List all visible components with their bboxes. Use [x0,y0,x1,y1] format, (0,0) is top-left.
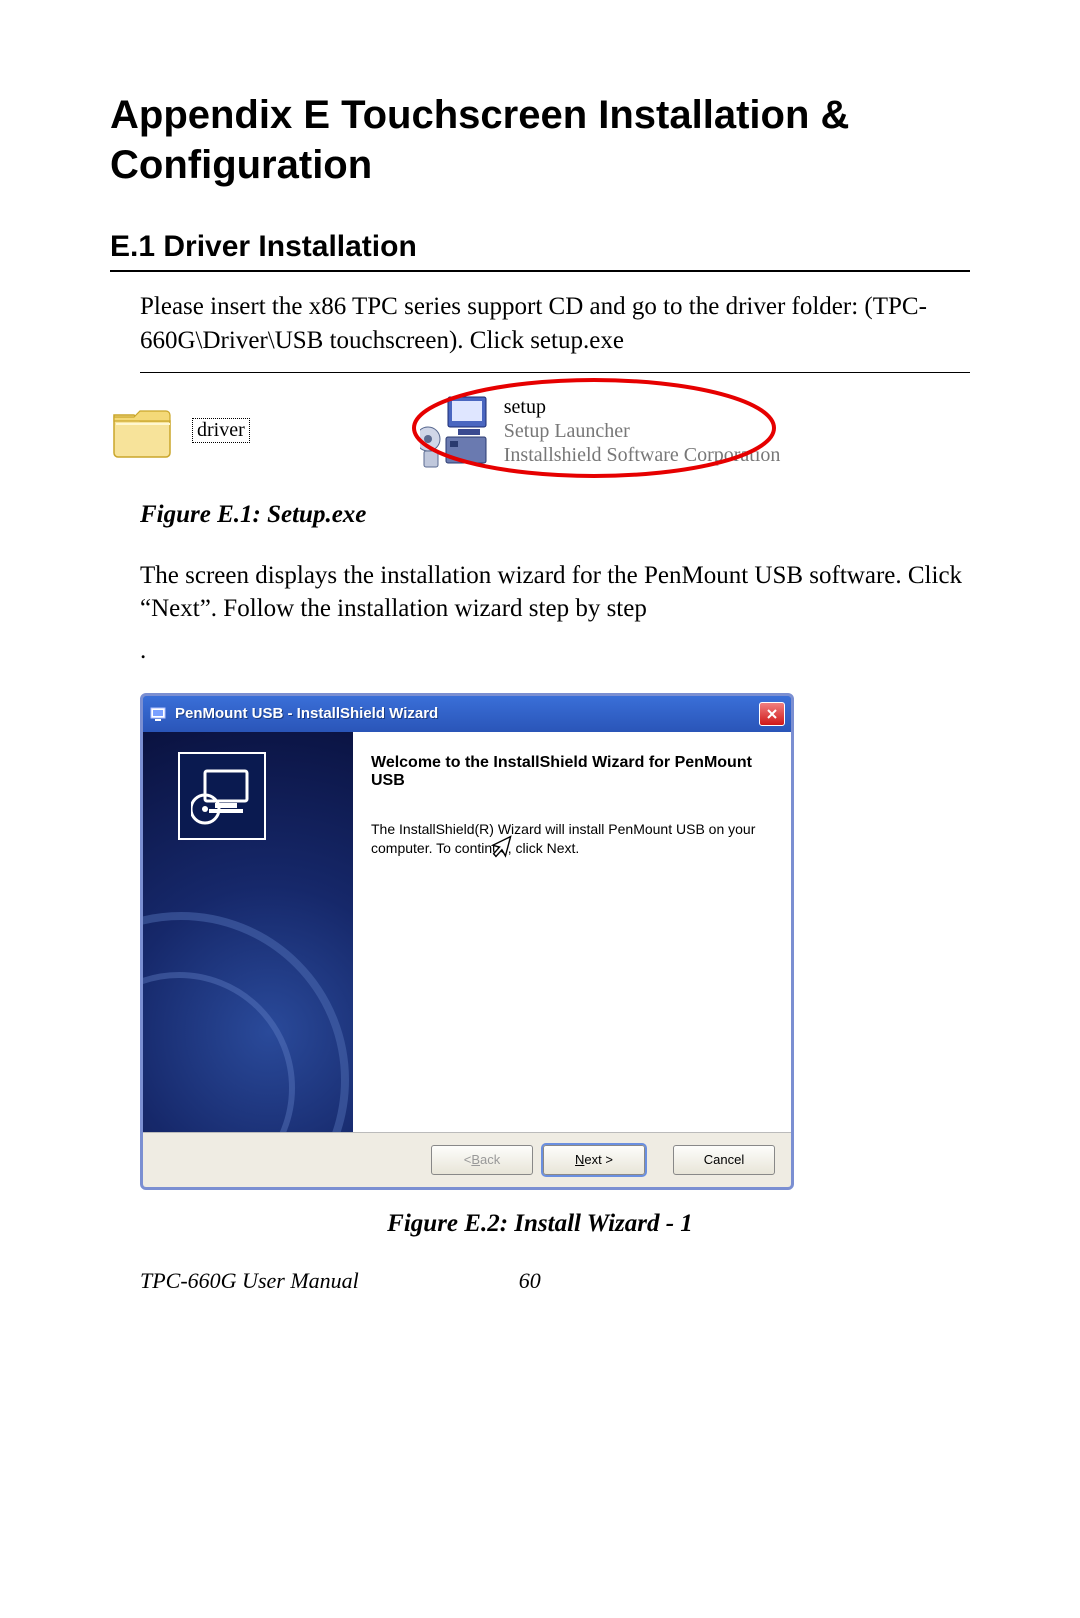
title-text: PenMount USB - InstallShield Wizard [175,705,759,722]
app-icon [149,705,167,723]
wizard-sidebar [143,732,353,1132]
setup-company: Installshield Software Corporation [504,443,781,467]
figure-e1-caption: Figure E.1: Setup.exe [140,501,970,529]
paragraph-1: Please insert the x86 TPC series support… [140,290,970,373]
footer-manual: TPC-660G User Manual [140,1268,359,1294]
section-heading: E.1 Driver Installation [110,230,970,272]
installer-icon [420,391,490,471]
setup-desc: Setup Launcher [504,419,781,443]
install-wizard-window: PenMount USB - InstallShield Wizard [140,693,794,1190]
appendix-title: Appendix E Touchscreen Installation & Co… [110,90,970,190]
cancel-button[interactable]: Cancel [673,1145,775,1175]
paragraph-2: The screen displays the installation wiz… [140,559,970,627]
footer: TPC-660G User Manual 60 [110,1268,970,1294]
wizard-welcome: Welcome to the InstallShield Wizard for … [371,754,767,790]
folder-label: driver [192,418,250,443]
folder-icon [110,403,174,459]
close-button[interactable] [759,702,785,726]
wizard-description: The InstallShield(R) Wizard will install… [371,820,767,858]
wizard-button-row: < Back Next > Cancel [143,1133,791,1187]
back-button[interactable]: < Back [431,1145,533,1175]
monitor-cd-icon [178,752,266,840]
paragraph-2-dot: . [140,634,970,668]
figure-e1-row: driver setu [110,391,970,471]
titlebar: PenMount USB - InstallShield Wizard [143,696,791,732]
next-button[interactable]: Next > [543,1145,645,1175]
setup-name: setup [504,395,781,419]
figure-e2-caption: Figure E.2: Install Wizard - 1 [110,1210,970,1238]
footer-page-number: 60 [519,1268,541,1294]
